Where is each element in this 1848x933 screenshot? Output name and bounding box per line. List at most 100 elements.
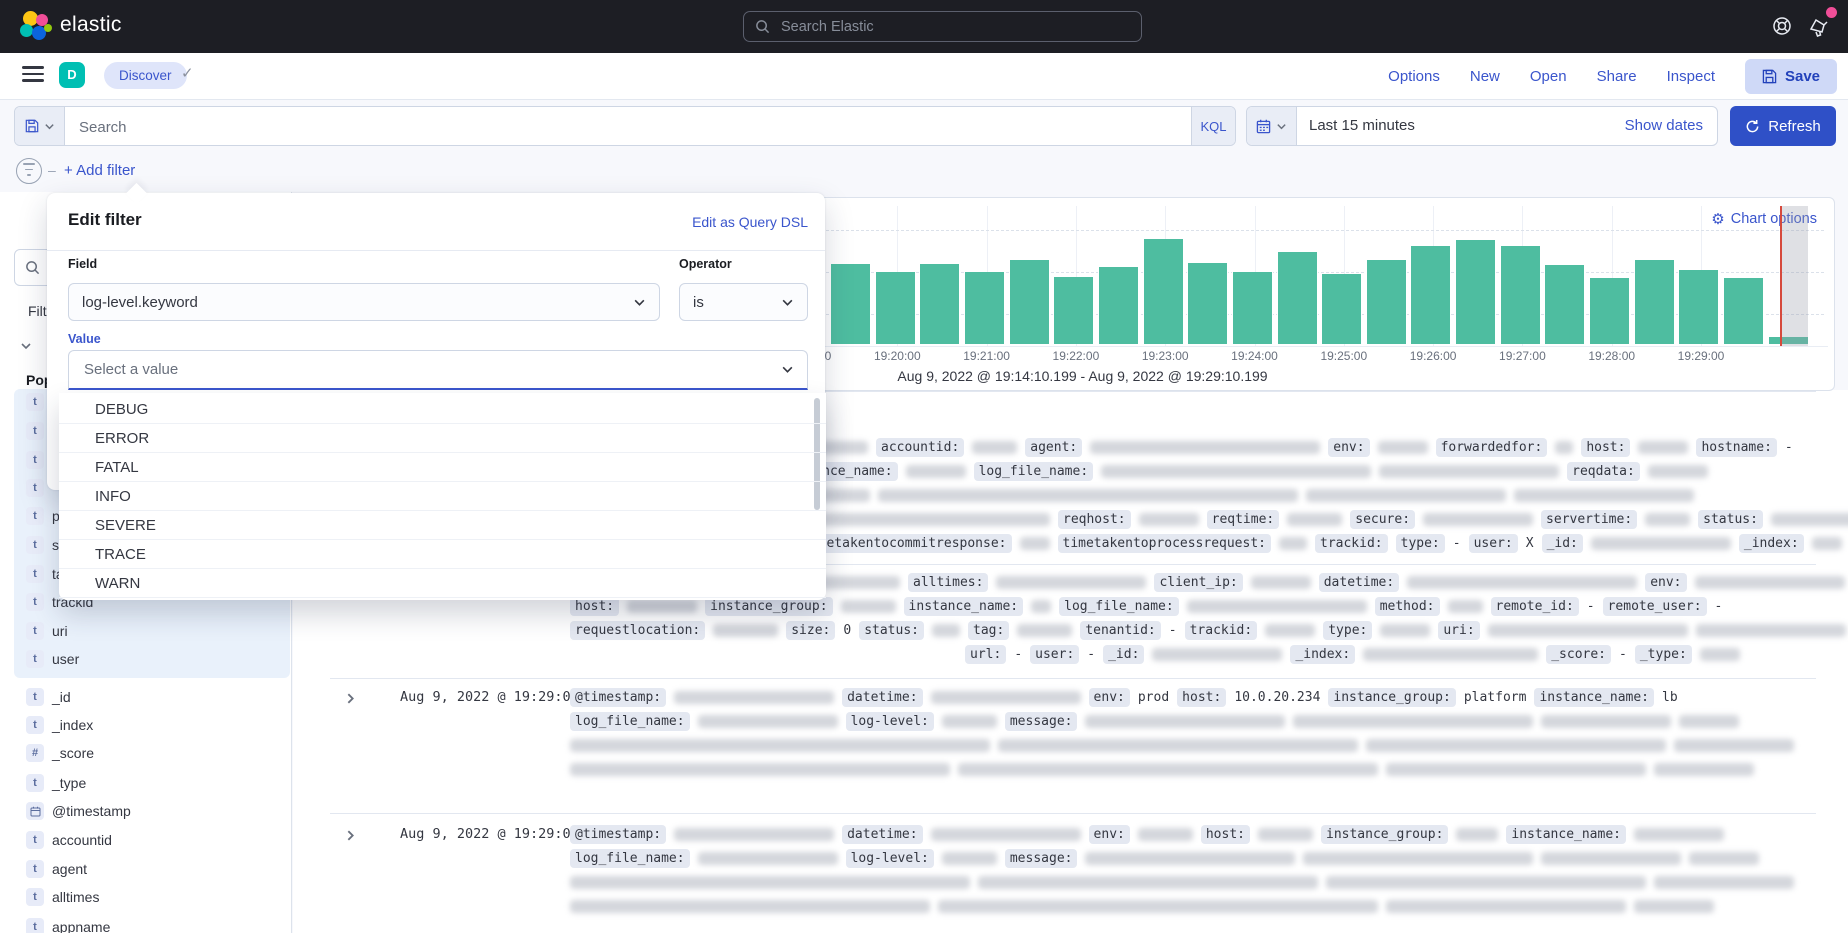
field-item-@timestamp[interactable]: @timestamp xyxy=(26,801,131,821)
query-bar: KQL xyxy=(14,106,1236,146)
histogram-bar[interactable] xyxy=(1410,246,1451,344)
field-label: accountid xyxy=(52,832,112,848)
x-axis-tick-label: 19:21:00 xyxy=(957,349,1017,363)
field-item-accountid[interactable]: taccountid xyxy=(26,830,112,850)
field-item-appname[interactable]: tappname xyxy=(26,917,110,933)
histogram-bar[interactable] xyxy=(1053,277,1094,344)
field-label: agent xyxy=(52,861,87,877)
field-item-alltimes[interactable]: talltimes xyxy=(26,887,99,907)
nav-action-share[interactable]: Share xyxy=(1597,68,1637,85)
field-item-_type[interactable]: t _type xyxy=(26,773,86,793)
global-search[interactable] xyxy=(743,11,1142,42)
filter-by-type-label[interactable]: Filt xyxy=(28,303,47,319)
save-button[interactable]: Save xyxy=(1745,59,1837,94)
value-combobox[interactable] xyxy=(68,350,808,390)
save-label: Save xyxy=(1785,68,1820,85)
filter-set-menu-icon[interactable] xyxy=(16,158,42,184)
histogram-bar[interactable] xyxy=(1723,278,1764,344)
logo-dot xyxy=(20,24,33,37)
field-item-_index[interactable]: t_index xyxy=(26,715,93,735)
nav-action-inspect[interactable]: Inspect xyxy=(1667,68,1715,85)
field-combobox[interactable]: log-level.keyword xyxy=(68,283,660,321)
field-item-user[interactable]: tuser xyxy=(26,649,79,669)
x-axis-tick-label: 19:20:00 xyxy=(867,349,927,363)
histogram-bar[interactable] xyxy=(1589,278,1630,344)
expand-row-button[interactable] xyxy=(344,829,358,843)
date-picker: Last 15 minutes Show dates xyxy=(1246,106,1718,146)
histogram-bar[interactable] xyxy=(1321,274,1362,344)
histogram-bar[interactable] xyxy=(1634,260,1675,344)
kql-language-button[interactable]: KQL xyxy=(1191,107,1235,145)
x-axis-tick-label: 19:26:00 xyxy=(1403,349,1463,363)
newsfeed-icon[interactable] xyxy=(1808,15,1832,39)
histogram-bar[interactable] xyxy=(919,264,960,344)
field-label: _type xyxy=(52,775,86,791)
operator-value: is xyxy=(693,294,781,311)
option-severe[interactable]: SEVERE xyxy=(59,511,826,540)
value-label: Value xyxy=(68,332,101,346)
global-search-input[interactable] xyxy=(779,18,1130,36)
histogram-bar[interactable] xyxy=(1098,267,1139,344)
field-type-badge-text: t xyxy=(26,507,44,525)
help-icon[interactable] xyxy=(1770,14,1794,38)
refresh-button[interactable]: Refresh xyxy=(1730,106,1836,146)
space-badge[interactable]: D xyxy=(59,62,85,88)
x-axis-tick-label: 19:27:00 xyxy=(1492,349,1552,363)
field-label: user xyxy=(52,651,79,667)
histogram-bar[interactable] xyxy=(1232,272,1273,344)
kibana-discover-screen: elastic D Discover ✓ OptionsNewOpenShare… xyxy=(0,0,1848,933)
field-item-_score[interactable]: #_score xyxy=(26,743,94,763)
field-value: log-level.keyword xyxy=(82,294,633,311)
notification-dot xyxy=(1826,7,1837,18)
histogram-bar[interactable] xyxy=(1544,265,1585,344)
nav-action-new[interactable]: New xyxy=(1470,68,1500,85)
histogram-bar[interactable] xyxy=(830,264,871,344)
nav-action-open[interactable]: Open xyxy=(1530,68,1567,85)
option-error[interactable]: ERROR xyxy=(59,424,826,453)
edit-as-query-dsl-link[interactable]: Edit as Query DSL xyxy=(692,214,808,230)
refresh-icon xyxy=(1745,119,1760,134)
show-dates-button[interactable]: Show dates xyxy=(1625,107,1703,145)
saved-query-menu-button[interactable] xyxy=(15,107,65,145)
histogram-bar[interactable] xyxy=(875,272,916,344)
field-type-badge-text: t xyxy=(26,650,44,668)
field-item-st[interactable]: tst xyxy=(26,535,63,555)
elastic-logo-icon[interactable] xyxy=(20,11,52,42)
histogram-bar[interactable] xyxy=(1678,270,1719,344)
histogram-bar[interactable] xyxy=(1277,252,1318,344)
histogram-bar[interactable] xyxy=(1143,239,1184,344)
field-item-agent[interactable]: tagent xyxy=(26,859,87,879)
histogram-bar[interactable] xyxy=(1455,240,1496,344)
histogram-bar[interactable] xyxy=(1009,260,1050,344)
expand-row-button[interactable] xyxy=(344,692,358,706)
menu-icon[interactable] xyxy=(22,66,44,82)
x-axis-tick-label: 19:23:00 xyxy=(1135,349,1195,363)
histogram-bar[interactable] xyxy=(1187,263,1228,344)
option-warn[interactable]: WARN xyxy=(59,569,826,598)
add-filter-button[interactable]: + Add filter xyxy=(64,162,135,179)
field-type-badge-number: # xyxy=(26,744,44,762)
option-debug[interactable]: DEBUG xyxy=(59,395,826,424)
operator-combobox[interactable]: is xyxy=(679,283,808,321)
option-fatal[interactable]: FATAL xyxy=(59,453,826,482)
histogram-bar[interactable] xyxy=(964,272,1005,344)
value-input[interactable] xyxy=(82,360,781,379)
breadcrumb-discover[interactable]: Discover xyxy=(104,62,187,89)
date-quick-menu-button[interactable] xyxy=(1247,107,1297,145)
histogram-bar[interactable] xyxy=(1500,246,1541,344)
query-search-input[interactable] xyxy=(77,107,1161,147)
option-info[interactable]: INFO xyxy=(59,482,826,511)
field-label: uri xyxy=(52,623,68,639)
field-type-badge-text: t xyxy=(26,565,44,583)
field-label: _id xyxy=(52,689,71,705)
chevron-down-icon xyxy=(633,296,646,309)
histogram-bar[interactable] xyxy=(1366,260,1407,344)
field-item-uri[interactable]: turi xyxy=(26,621,68,641)
option-trace[interactable]: TRACE xyxy=(59,540,826,569)
chevron-down-icon[interactable] xyxy=(20,340,32,352)
nav-action-options[interactable]: Options xyxy=(1388,68,1440,85)
field-item-_id[interactable]: t_id xyxy=(26,687,71,707)
field-type-badge-text: t xyxy=(26,774,44,792)
time-range-value[interactable]: Last 15 minutes xyxy=(1309,107,1415,145)
calendar-icon xyxy=(1256,119,1271,134)
